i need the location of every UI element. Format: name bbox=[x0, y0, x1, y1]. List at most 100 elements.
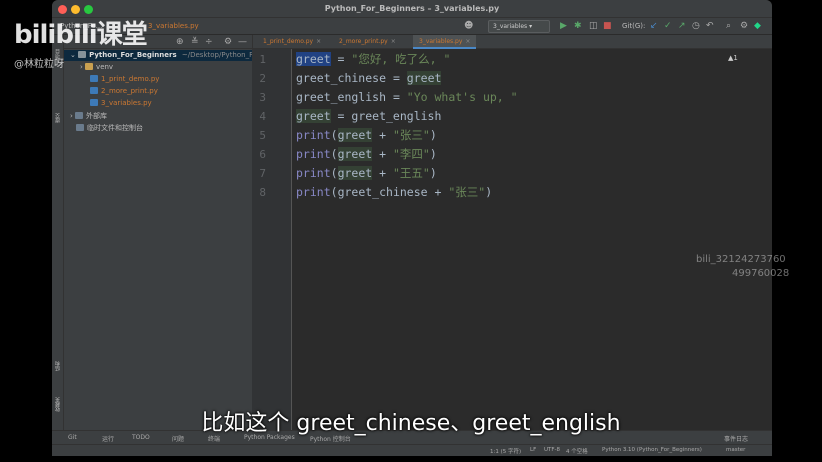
navigation-bar: Python_Fo... 3_variables.py ☻ 3_variable… bbox=[52, 18, 772, 35]
git-update-icon[interactable]: ↙ bbox=[650, 21, 658, 31]
token-paren: ( bbox=[330, 147, 338, 161]
token-rest: = greet_english bbox=[330, 109, 442, 123]
strip-commit[interactable]: 提交 bbox=[54, 113, 61, 123]
tree-root[interactable]: ⌄ Python_For_Beginners ~/Desktop/Python_… bbox=[70, 51, 257, 59]
token-var: greet_chinese bbox=[296, 71, 387, 85]
token-string: "Yo what's up, " bbox=[406, 90, 518, 104]
token-var: greet bbox=[337, 147, 373, 161]
line-gutter: 1 2 3 4 5 6 7 8 bbox=[252, 49, 292, 430]
code-line-8[interactable]: print(greet_chinese + "张三") bbox=[296, 185, 492, 200]
token-op: = bbox=[386, 71, 407, 85]
expand-icon[interactable]: ÷ bbox=[205, 37, 213, 47]
code-line-5[interactable]: print(greet + "张三") bbox=[296, 128, 437, 143]
root-name: Python_For_Beginners bbox=[89, 51, 177, 59]
ide-window: Python_For_Beginners – 3_variables.py Py… bbox=[52, 0, 772, 456]
status-branch[interactable]: master bbox=[726, 447, 745, 453]
chevron-right-icon: › bbox=[80, 63, 83, 71]
code-line-2[interactable]: greet_chinese = greet bbox=[296, 71, 442, 86]
token-paren: ) bbox=[429, 128, 437, 142]
library-icon bbox=[75, 112, 84, 119]
line-number: 6 bbox=[259, 148, 266, 161]
line-number: 2 bbox=[259, 72, 266, 85]
code-line-7[interactable]: print(greet + "王五") bbox=[296, 166, 437, 181]
tree-file-1[interactable]: 1_print_demo.py bbox=[90, 75, 159, 83]
folder-icon bbox=[78, 51, 87, 58]
run-config-select[interactable]: 3_variables ▾ bbox=[488, 20, 550, 33]
token-op: + bbox=[427, 185, 449, 199]
tab-label: 1_print_demo.py bbox=[263, 38, 314, 45]
search-icon[interactable]: ⌕ bbox=[726, 21, 731, 31]
tree-file-3[interactable]: 3_variables.py bbox=[90, 99, 152, 107]
code-line-6[interactable]: print(greet + "李四") bbox=[296, 147, 437, 162]
strip-structure[interactable]: 结构 bbox=[54, 361, 61, 371]
screen: Python_For_Beginners – 3_variables.py Py… bbox=[0, 0, 822, 462]
collapse-icon[interactable]: ≚ bbox=[191, 37, 199, 47]
python-file-icon bbox=[90, 75, 98, 82]
token-var: greet_chinese bbox=[337, 185, 428, 199]
chevron-down-icon: ⌄ bbox=[70, 51, 76, 59]
code-editor[interactable]: greet = "您好, 吃了么, " greet_chinese = gree… bbox=[293, 49, 772, 430]
status-interpreter[interactable]: Python 3.10 (Python_For_Beginners) bbox=[602, 447, 702, 453]
token-var: greet bbox=[296, 109, 331, 123]
token-paren: ( bbox=[330, 185, 338, 199]
external-libs-label: 外部库 bbox=[86, 112, 108, 120]
tab-label: 3_variables.py bbox=[419, 38, 463, 45]
token-builtin: print bbox=[296, 128, 331, 142]
tab-3-variables[interactable]: 3_variables.py × bbox=[413, 35, 477, 49]
token-string: "张三" bbox=[392, 128, 430, 142]
python-file-icon bbox=[90, 87, 98, 94]
token-paren: ) bbox=[429, 147, 437, 161]
stop-icon[interactable]: ■ bbox=[603, 21, 612, 31]
close-icon[interactable]: × bbox=[465, 38, 470, 45]
tree-scratches[interactable]: 临时文件和控制台 bbox=[76, 123, 143, 133]
status-encoding[interactable]: UTF-8 bbox=[544, 447, 560, 453]
tree-external-libs[interactable]: › 外部库 bbox=[70, 111, 107, 121]
status-position[interactable]: 1:1 (5 字符) bbox=[490, 447, 521, 455]
line-number: 5 bbox=[259, 129, 266, 142]
hide-panel-icon[interactable]: — bbox=[238, 37, 247, 47]
breadcrumb-file[interactable]: 3_variables.py bbox=[148, 22, 199, 30]
token-builtin: print bbox=[296, 166, 331, 180]
panel-gear-icon[interactable]: ⚙ bbox=[224, 37, 232, 47]
code-line-3[interactable]: greet_english = "Yo what's up, " bbox=[296, 90, 518, 105]
user-icon[interactable]: ☻ bbox=[464, 21, 473, 31]
git-push-icon[interactable]: ↗ bbox=[678, 21, 686, 31]
token-string: "王五" bbox=[392, 166, 430, 180]
scratches-icon bbox=[76, 124, 84, 131]
status-line-separator[interactable]: LF bbox=[530, 447, 536, 453]
token-paren: ( bbox=[330, 166, 338, 180]
plugin-icon[interactable]: ◆ bbox=[754, 21, 761, 31]
venv-label: venv bbox=[96, 63, 114, 71]
status-bar: 1:1 (5 字符) LF UTF-8 4 个空格 Python 3.10 (P… bbox=[52, 444, 772, 456]
run-icon[interactable]: ▶ bbox=[560, 21, 567, 31]
git-commit-icon[interactable]: ✓ bbox=[664, 21, 672, 31]
close-icon[interactable]: × bbox=[391, 38, 396, 45]
tree-file-2[interactable]: 2_more_print.py bbox=[90, 87, 158, 95]
bilibili-logo: bilibili课堂 bbox=[14, 20, 148, 50]
tab-1-print-demo[interactable]: 1_print_demo.py × bbox=[257, 35, 327, 49]
close-icon[interactable]: × bbox=[316, 38, 321, 45]
token-string: "李四" bbox=[392, 147, 430, 161]
target-icon[interactable]: ⊕ bbox=[176, 37, 184, 47]
python-file-icon bbox=[90, 99, 98, 106]
token-op: = bbox=[386, 90, 407, 104]
gear-icon[interactable]: ⚙ bbox=[740, 21, 748, 31]
token-var: greet bbox=[337, 166, 373, 180]
debug-icon[interactable]: ✱ bbox=[574, 21, 582, 31]
token-paren: ) bbox=[429, 166, 437, 180]
coverage-icon[interactable]: ◫ bbox=[589, 21, 598, 31]
line-number: 4 bbox=[259, 110, 266, 123]
inspection-warning-badge[interactable]: ▲1 bbox=[728, 54, 738, 62]
code-line-1[interactable]: greet = "您好, 吃了么, " bbox=[296, 52, 450, 67]
scratches-label: 临时文件和控制台 bbox=[87, 124, 143, 132]
rollback-icon[interactable]: ↶ bbox=[706, 21, 714, 31]
history-icon[interactable]: ◷ bbox=[692, 21, 700, 31]
status-indent[interactable]: 4 个空格 bbox=[566, 447, 588, 455]
token-var: greet bbox=[406, 71, 442, 85]
token-paren: ) bbox=[485, 185, 493, 199]
tree-venv[interactable]: › venv bbox=[80, 63, 113, 71]
token-string: "张三" bbox=[448, 185, 486, 199]
tab-2-more-print[interactable]: 2_more_print.py × bbox=[333, 35, 402, 49]
code-line-4[interactable]: greet = greet_english bbox=[296, 109, 441, 124]
file-label: 2_more_print.py bbox=[101, 87, 158, 95]
